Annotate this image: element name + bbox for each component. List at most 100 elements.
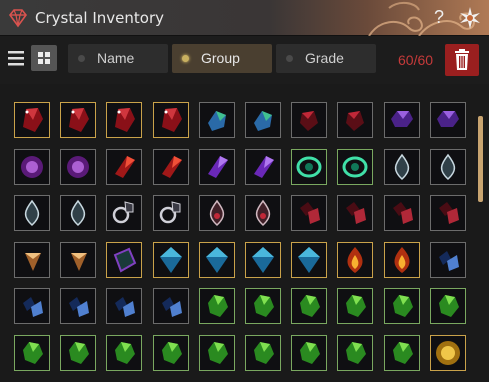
- dark-red-gem-icon: [346, 111, 364, 131]
- inventory-slot[interactable]: [199, 335, 235, 371]
- inventory-slot[interactable]: [14, 288, 50, 324]
- cyan-diamond-icon: [252, 247, 274, 273]
- inventory-slot[interactable]: [153, 288, 189, 324]
- inventory-slot[interactable]: [106, 242, 142, 278]
- inventory-slot[interactable]: [14, 149, 50, 185]
- inventory-slot[interactable]: [199, 195, 235, 231]
- fire-drop-icon: [394, 247, 410, 273]
- settings-star-icon[interactable]: [458, 6, 482, 30]
- inventory-slot[interactable]: [14, 195, 50, 231]
- inventory-slot[interactable]: [291, 242, 327, 278]
- inventory-slot[interactable]: [430, 149, 466, 185]
- inventory-slot[interactable]: [106, 335, 142, 371]
- clear-drop-icon: [70, 199, 86, 227]
- inventory-slot[interactable]: [337, 242, 373, 278]
- inventory-slot[interactable]: [199, 149, 235, 185]
- inventory-slot[interactable]: [153, 149, 189, 185]
- inventory-slot[interactable]: [430, 242, 466, 278]
- window-title: Crystal Inventory: [35, 9, 164, 27]
- inventory-slot[interactable]: [245, 242, 281, 278]
- dark-red-cluster-icon: [300, 202, 320, 224]
- inventory-slot[interactable]: [199, 242, 235, 278]
- inventory-slot[interactable]: [60, 149, 96, 185]
- inventory-slot[interactable]: [245, 335, 281, 371]
- clear-drop-icon: [394, 153, 410, 181]
- trash-icon: [455, 49, 469, 70]
- inventory-slot[interactable]: [430, 102, 466, 138]
- grid-view-button[interactable]: [31, 45, 57, 71]
- silver-ring-gem-icon: [112, 201, 134, 224]
- inventory-slot[interactable]: [153, 335, 189, 371]
- sort-grade-button[interactable]: Grade: [276, 44, 376, 73]
- navy-cluster-icon: [439, 251, 459, 271]
- inventory-slot[interactable]: [384, 149, 420, 185]
- inventory-panel: [0, 84, 489, 382]
- inventory-slot[interactable]: [60, 195, 96, 231]
- inventory-slot[interactable]: [199, 288, 235, 324]
- clear-drop-icon: [440, 153, 456, 181]
- red-crystal-icon: [115, 108, 135, 132]
- inventory-slot[interactable]: [14, 335, 50, 371]
- red-shard-icon: [162, 156, 182, 178]
- inventory-slot[interactable]: [153, 102, 189, 138]
- inventory-slot[interactable]: [106, 102, 142, 138]
- sort-group-button[interactable]: Group: [172, 44, 272, 73]
- inventory-slot[interactable]: [337, 195, 373, 231]
- inventory-slot[interactable]: [430, 335, 466, 371]
- inventory-slot[interactable]: [337, 288, 373, 324]
- violet-shard-icon: [208, 156, 228, 178]
- scrollbar-thumb[interactable]: [478, 116, 483, 202]
- list-view-icon[interactable]: [5, 47, 27, 69]
- inventory-slot[interactable]: [337, 335, 373, 371]
- inventory-slot[interactable]: [245, 288, 281, 324]
- inventory-slot[interactable]: [291, 335, 327, 371]
- purple-gem-icon: [437, 111, 459, 127]
- red-crystal-icon: [23, 108, 43, 132]
- inventory-slot[interactable]: [60, 288, 96, 324]
- inventory-slot[interactable]: [291, 195, 327, 231]
- inventory-slot[interactable]: [430, 195, 466, 231]
- amber-cone-icon: [25, 253, 41, 271]
- help-button[interactable]: ?: [430, 6, 448, 28]
- dark-red-gem-icon: [300, 111, 318, 131]
- green-gem-icon: [23, 342, 43, 364]
- navy-cluster-icon: [69, 297, 89, 317]
- green-gem-icon: [393, 295, 413, 317]
- inventory-slot[interactable]: [384, 102, 420, 138]
- inventory-slot[interactable]: [337, 102, 373, 138]
- sort-name-button[interactable]: Name: [68, 44, 168, 73]
- inventory-slot[interactable]: [430, 288, 466, 324]
- inventory-slot[interactable]: [384, 242, 420, 278]
- inventory-slot[interactable]: [337, 149, 373, 185]
- inventory-slot[interactable]: [153, 242, 189, 278]
- inventory-slot[interactable]: [60, 102, 96, 138]
- inventory-slot[interactable]: [384, 335, 420, 371]
- inventory-slot[interactable]: [384, 195, 420, 231]
- delete-button[interactable]: [445, 44, 479, 76]
- inventory-slot[interactable]: [199, 102, 235, 138]
- inventory-slot[interactable]: [291, 149, 327, 185]
- inventory-slot[interactable]: [384, 288, 420, 324]
- inventory-slot[interactable]: [106, 149, 142, 185]
- inventory-slot[interactable]: [245, 102, 281, 138]
- inventory-slot[interactable]: [291, 288, 327, 324]
- inventory-slot[interactable]: [14, 102, 50, 138]
- green-gem-icon: [208, 295, 228, 317]
- inventory-slot[interactable]: [60, 242, 96, 278]
- diamond-icon: [8, 9, 28, 28]
- purple-gem-icon: [391, 111, 413, 127]
- inventory-slot[interactable]: [291, 102, 327, 138]
- inventory-slot[interactable]: [153, 195, 189, 231]
- green-gem-icon: [346, 295, 366, 317]
- inventory-slot[interactable]: [14, 242, 50, 278]
- radio-dot-icon: [182, 55, 189, 62]
- inventory-slot[interactable]: [245, 149, 281, 185]
- green-gem-icon: [393, 342, 413, 364]
- title-bar: Crystal Inventory ?: [0, 0, 489, 36]
- red-crystal-icon: [162, 108, 182, 132]
- inventory-slot[interactable]: [106, 195, 142, 231]
- inventory-slot[interactable]: [60, 335, 96, 371]
- inventory-slot[interactable]: [245, 195, 281, 231]
- inventory-slot[interactable]: [106, 288, 142, 324]
- cyan-diamond-icon: [206, 247, 228, 273]
